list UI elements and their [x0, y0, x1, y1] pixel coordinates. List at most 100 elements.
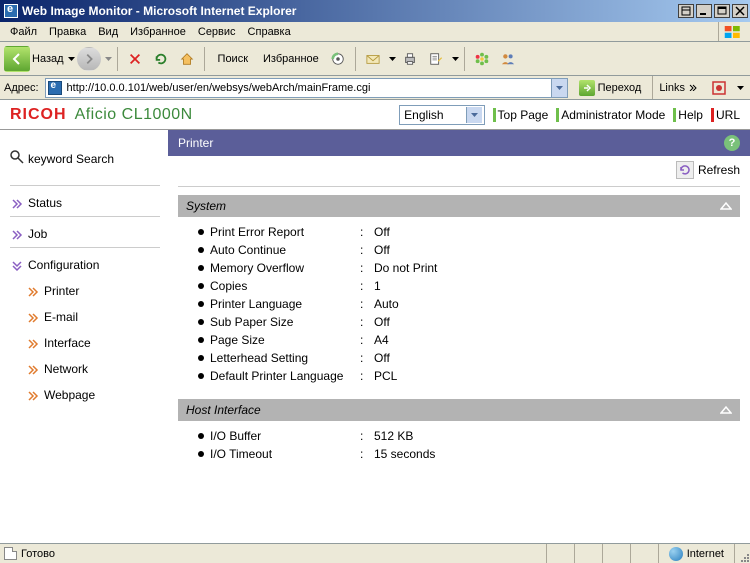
mail-dropdown[interactable] — [389, 57, 396, 61]
menu-edit[interactable]: Правка — [43, 24, 92, 40]
ricoh-logo: RICOH — [10, 106, 67, 124]
section-system-title: System — [186, 199, 226, 213]
bullet-icon — [198, 337, 204, 343]
menu-view[interactable]: Вид — [92, 24, 124, 40]
config-value: 512 KB — [374, 429, 413, 443]
people-button[interactable] — [496, 47, 520, 71]
go-button[interactable]: Переход — [572, 78, 649, 98]
language-dropdown[interactable] — [466, 107, 482, 123]
chevron-icon — [12, 229, 22, 239]
url-combo[interactable] — [45, 78, 568, 98]
section-host-title: Host Interface — [186, 403, 261, 417]
left-nav: keyword Search Status Job Configuration … — [0, 130, 168, 543]
minimize-button[interactable] — [696, 4, 712, 18]
config-row: I/O Buffer:512 KB — [198, 427, 736, 445]
home-button[interactable] — [175, 47, 199, 71]
notes-button[interactable] — [678, 4, 694, 18]
links-label[interactable]: Links — [659, 82, 685, 94]
nav-configuration[interactable]: Configuration — [10, 252, 160, 278]
help-link[interactable]: Help — [673, 108, 703, 122]
search-label: Поиск — [218, 53, 248, 65]
favorites-button[interactable]: Избранное — [255, 47, 324, 71]
language-value: English — [404, 108, 443, 122]
config-row: Letterhead Setting:Off — [198, 349, 736, 367]
language-select[interactable]: English — [399, 105, 484, 125]
config-value: Do not Print — [374, 261, 437, 275]
mail-button[interactable] — [361, 47, 385, 71]
page-icon — [4, 547, 17, 560]
media-button[interactable] — [326, 47, 350, 71]
refresh-icon[interactable] — [676, 161, 694, 179]
addressbar: Адрес: Переход Links — [0, 76, 750, 100]
print-button[interactable] — [398, 47, 422, 71]
section-host[interactable]: Host Interface — [178, 399, 740, 421]
bullet-icon — [198, 229, 204, 235]
edit-dropdown[interactable] — [452, 57, 459, 61]
icq-button[interactable] — [470, 47, 494, 71]
links-chevron-icon[interactable] — [689, 82, 697, 94]
config-value: Off — [374, 315, 390, 329]
forward-button[interactable] — [77, 47, 101, 71]
stop-button[interactable] — [123, 47, 147, 71]
snagit-button[interactable] — [707, 76, 731, 100]
resize-grip[interactable] — [734, 544, 750, 563]
url-link[interactable]: URL — [711, 108, 740, 122]
section-system[interactable]: System — [178, 195, 740, 217]
nav-printer[interactable]: Printer — [10, 278, 160, 304]
nav-job[interactable]: Job — [10, 221, 160, 247]
edit-button[interactable] — [424, 47, 448, 71]
refresh-button[interactable] — [149, 47, 173, 71]
bullet-icon — [198, 283, 204, 289]
keyword-search-link[interactable]: keyword Search — [10, 150, 160, 167]
snagit-dropdown[interactable] — [737, 86, 744, 90]
nav-email[interactable]: E-mail — [10, 304, 160, 330]
config-key: Memory Overflow — [210, 261, 360, 275]
bullet-icon — [198, 247, 204, 253]
collapse-icon[interactable] — [720, 200, 732, 212]
config-key: Sub Paper Size — [210, 315, 360, 329]
panel-title: Printer — [178, 136, 213, 150]
search-button[interactable]: Поиск — [210, 47, 253, 71]
back-button[interactable] — [4, 46, 30, 72]
forward-dropdown[interactable] — [105, 57, 112, 61]
collapse-icon[interactable] — [720, 404, 732, 416]
admin-mode-link[interactable]: Administrator Mode — [556, 108, 665, 122]
chevron-icon — [12, 198, 22, 208]
page-favicon — [48, 81, 62, 95]
nav-network[interactable]: Network — [10, 356, 160, 382]
window-titlebar: Web Image Monitor - Microsoft Internet E… — [0, 0, 750, 22]
address-label: Адрес: — [4, 82, 41, 94]
config-key: I/O Timeout — [210, 447, 360, 461]
menu-help[interactable]: Справка — [242, 24, 297, 40]
config-key: Auto Continue — [210, 243, 360, 257]
nav-status[interactable]: Status — [10, 190, 160, 216]
maximize-button[interactable] — [714, 4, 730, 18]
back-dropdown[interactable] — [68, 57, 75, 61]
top-page-link[interactable]: Top Page — [493, 108, 549, 122]
config-value: Off — [374, 225, 390, 239]
config-row: Print Error Report:Off — [198, 223, 736, 241]
config-row: Sub Paper Size:Off — [198, 313, 736, 331]
chevron-icon — [28, 312, 38, 322]
refresh-label[interactable]: Refresh — [698, 163, 740, 177]
nav-webpage[interactable]: Webpage — [10, 382, 160, 408]
bullet-icon — [198, 319, 204, 325]
config-key: Default Printer Language — [210, 369, 360, 383]
bullet-icon — [198, 433, 204, 439]
config-key: Print Error Report — [210, 225, 360, 239]
menu-favorites[interactable]: Избранное — [124, 24, 192, 40]
config-key: Page Size — [210, 333, 360, 347]
url-dropdown[interactable] — [551, 79, 567, 97]
config-value: Off — [374, 243, 390, 257]
config-row: Printer Language:Auto — [198, 295, 736, 313]
close-button[interactable] — [732, 4, 748, 18]
config-key: Printer Language — [210, 297, 360, 311]
nav-interface[interactable]: Interface — [10, 330, 160, 356]
menu-tools[interactable]: Сервис — [192, 24, 242, 40]
chevron-icon — [28, 338, 38, 348]
content-scroll[interactable]: System Print Error Report:Off Auto Contin… — [168, 184, 750, 543]
url-input[interactable] — [65, 80, 551, 96]
menu-file[interactable]: Файл — [4, 24, 43, 40]
help-icon[interactable]: ? — [724, 135, 740, 151]
ricoh-header: RICOH Aficio CL1000N English Top Page Ad… — [0, 100, 750, 130]
